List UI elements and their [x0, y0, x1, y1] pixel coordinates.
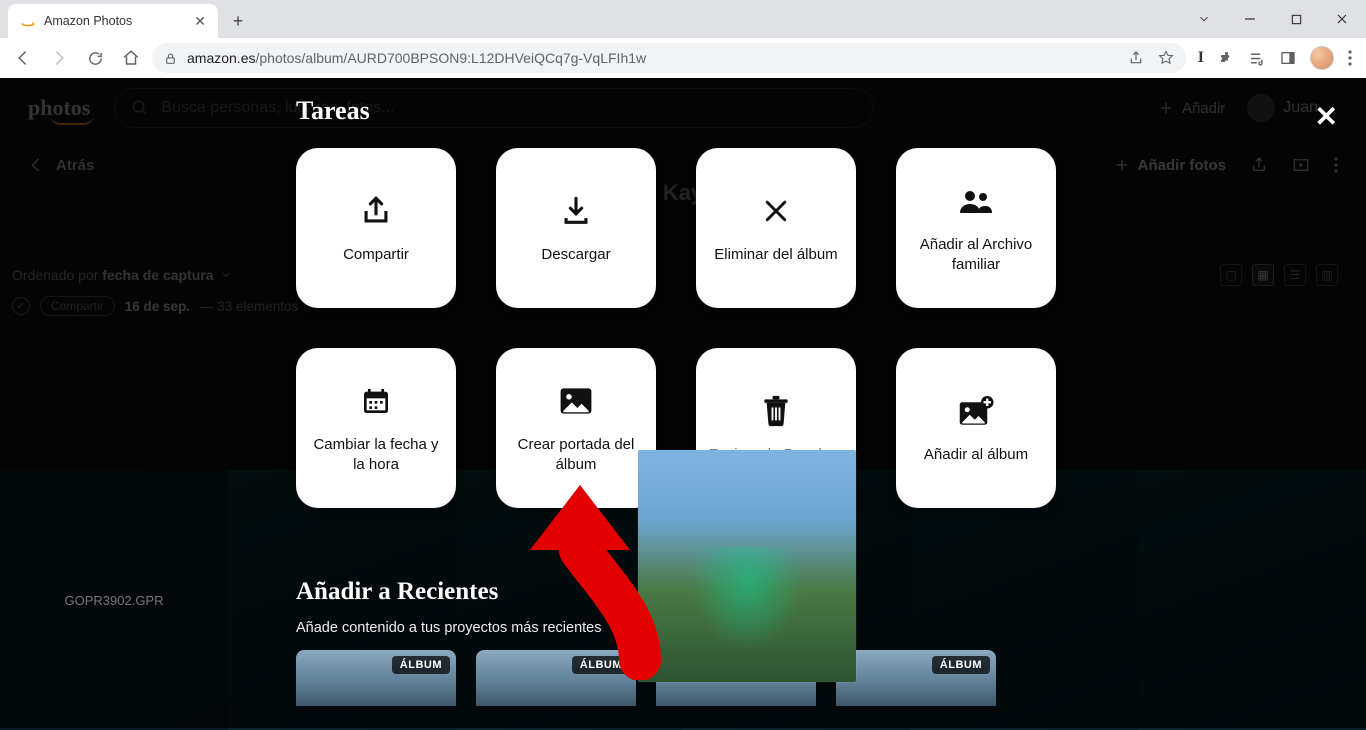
recent-album[interactable]: ÁLBUM — [836, 650, 996, 706]
tab-close-icon[interactable]: ✕ — [194, 13, 206, 30]
url-text: amazon.es/photos/album/AURD700BPSON9:L12… — [187, 50, 646, 66]
recent-album[interactable]: ÁLBUM — [476, 650, 636, 706]
extensions-area: I — [1192, 46, 1358, 70]
ext-panel-icon[interactable] — [1280, 50, 1296, 66]
task-remove-from-album[interactable]: Eliminar del álbum — [696, 148, 856, 308]
modal-close-button[interactable]: ✕ — [1315, 100, 1338, 133]
task-download[interactable]: Descargar — [496, 148, 656, 308]
album-badge: ÁLBUM — [392, 656, 450, 674]
task-add-to-album[interactable]: Añadir al álbum — [896, 348, 1056, 508]
tab-bar: Amazon Photos ✕ + — [0, 0, 1366, 38]
window-close-button[interactable] — [1320, 4, 1364, 34]
nav-back-button[interactable] — [8, 43, 38, 73]
nav-home-button[interactable] — [116, 43, 146, 73]
image-icon — [559, 381, 593, 421]
share-icon — [359, 191, 393, 231]
browser-toolbar: amazon.es/photos/album/AURD700BPSON9:L12… — [0, 38, 1366, 78]
bookmark-icon[interactable] — [1158, 50, 1174, 66]
task-set-album-cover[interactable]: Crear portada del álbum — [496, 348, 656, 508]
favicon-icon — [20, 13, 36, 29]
task-edit-datetime[interactable]: Cambiar la fecha y la hora — [296, 348, 456, 508]
new-tab-button[interactable]: + — [224, 7, 252, 35]
window-minimize-button[interactable] — [1228, 4, 1272, 34]
ext-puzzle-icon[interactable] — [1218, 50, 1235, 67]
image-plus-icon — [958, 391, 994, 431]
profile-avatar[interactable] — [1310, 46, 1334, 70]
modal-title: Tareas — [296, 96, 1054, 126]
kebab-icon[interactable] — [1348, 50, 1352, 66]
task-share[interactable]: Compartir — [296, 148, 456, 308]
calendar-icon — [360, 381, 392, 421]
family-icon — [958, 181, 994, 221]
window-maximize-button[interactable] — [1274, 4, 1318, 34]
nav-reload-button[interactable] — [80, 43, 110, 73]
recent-album[interactable]: ÁLBUM — [296, 650, 456, 706]
share-url-icon[interactable] — [1128, 50, 1144, 66]
nav-forward-button[interactable] — [44, 43, 74, 73]
browser-chrome: Amazon Photos ✕ + amazon.es/photos/album… — [0, 0, 1366, 78]
window-controls — [1182, 0, 1366, 38]
preview-photo — [638, 450, 856, 682]
url-bar[interactable]: amazon.es/photos/album/AURD700BPSON9:L12… — [152, 43, 1186, 73]
ext-playlist-icon[interactable] — [1249, 50, 1266, 67]
tab-overflow-icon[interactable] — [1182, 4, 1226, 34]
browser-tab[interactable]: Amazon Photos ✕ — [8, 4, 218, 38]
album-badge: ÁLBUM — [572, 656, 630, 674]
trash-icon — [762, 391, 790, 431]
close-icon — [761, 191, 791, 231]
ext-text-icon[interactable]: I — [1198, 49, 1204, 67]
download-icon — [559, 191, 593, 231]
tab-title: Amazon Photos — [44, 14, 132, 28]
task-add-family-vault[interactable]: Añadir al Archivo familiar — [896, 148, 1056, 308]
lock-icon — [164, 52, 177, 65]
album-badge: ÁLBUM — [932, 656, 990, 674]
